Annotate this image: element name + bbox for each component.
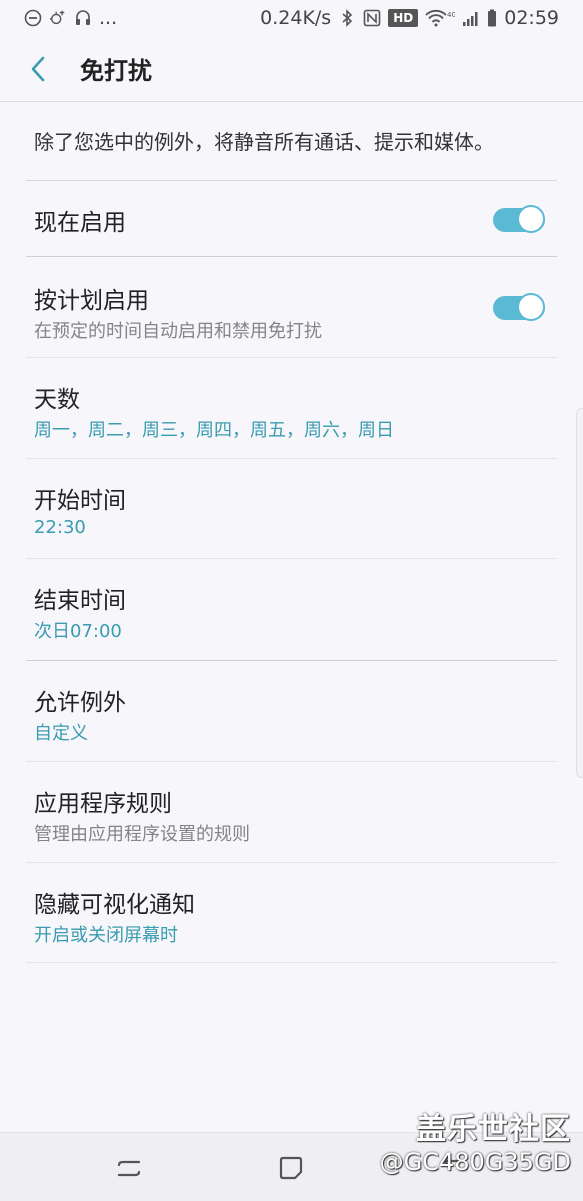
scheduled-toggle[interactable] <box>493 293 545 321</box>
recent-apps-icon <box>117 1160 141 1177</box>
page-description: 除了您选中的例外，将静音所有通话、提示和媒体。 <box>26 103 557 181</box>
network-type: 4G <box>447 11 455 19</box>
status-time: 02:59 <box>504 7 559 29</box>
setting-title: 允许例外 <box>34 690 126 716</box>
watermark-brand: 盖乐世社区 <box>416 1112 571 1147</box>
setting-title: 天数 <box>34 387 80 413</box>
signal-icon <box>462 9 480 27</box>
setting-subtitle: 在预定的时间自动启用和禁用免打扰 <box>34 321 322 342</box>
mobile-data-saver-icon <box>49 9 67 27</box>
setting-row-days[interactable]: 天数 周一，周二，周三，周四，周五，周六，周日 <box>26 358 557 459</box>
setting-subtitle: 周一，周二，周三，周四，周五，周六，周日 <box>34 420 394 441</box>
setting-row-hide-notifications[interactable]: 隐藏可视化通知 开启或关闭屏幕时 <box>26 863 557 963</box>
setting-row-end-time[interactable]: 结束时间 次日07:00 <box>26 559 557 661</box>
status-right: 0.24K/s HD 4G 02:59 <box>260 7 559 29</box>
app-header: 免打扰 <box>0 36 583 102</box>
battery-icon <box>487 9 497 27</box>
setting-subtitle: 22:30 <box>34 517 86 538</box>
turn-on-now-toggle[interactable] <box>493 205 545 233</box>
headphones-icon <box>74 9 92 27</box>
setting-row-exceptions[interactable]: 允许例外 自定义 <box>26 661 557 762</box>
page-title: 免打扰 <box>80 57 152 85</box>
hd-badge: HD <box>388 9 419 27</box>
recent-apps-button[interactable] <box>114 1153 144 1183</box>
setting-title: 现在启用 <box>34 210 126 236</box>
settings-content: 除了您选中的例外，将静音所有通话、提示和媒体。 现在启用 按计划启用 在预定的时… <box>0 103 583 963</box>
watermark-user: @GC480G35GD <box>379 1148 571 1176</box>
setting-title: 开始时间 <box>34 488 126 514</box>
setting-row-start-time[interactable]: 开始时间 22:30 <box>26 459 557 559</box>
setting-row-scheduled[interactable]: 按计划启用 在预定的时间自动启用和禁用免打扰 <box>26 257 557 358</box>
nfc-icon <box>363 9 381 27</box>
chevron-left-icon <box>31 56 45 81</box>
status-left: ... <box>24 7 117 29</box>
setting-title: 隐藏可视化通知 <box>34 892 195 918</box>
setting-row-turn-on-now[interactable]: 现在启用 <box>26 181 557 257</box>
edge-panel-handle[interactable] <box>576 408 583 778</box>
setting-subtitle: 开启或关闭屏幕时 <box>34 925 178 946</box>
bluetooth-icon <box>338 9 356 27</box>
setting-subtitle: 管理由应用程序设置的规则 <box>34 824 250 845</box>
setting-row-app-rules[interactable]: 应用程序规则 管理由应用程序设置的规则 <box>26 762 557 863</box>
toggle-thumb <box>517 293 545 321</box>
setting-title: 结束时间 <box>34 588 126 614</box>
setting-subtitle: 自定义 <box>34 723 88 744</box>
setting-subtitle: 次日07:00 <box>34 621 122 642</box>
wifi-icon: 4G <box>425 9 455 27</box>
dnd-circle-icon <box>24 9 42 27</box>
setting-title: 按计划启用 <box>34 288 149 314</box>
status-bar: ... 0.24K/s HD 4G 02:59 <box>0 0 583 36</box>
home-icon <box>279 1156 303 1180</box>
home-button[interactable] <box>276 1153 306 1183</box>
toggle-thumb <box>517 205 545 233</box>
setting-title: 应用程序规则 <box>34 791 172 817</box>
back-button[interactable] <box>18 49 58 89</box>
network-speed: 0.24K/s <box>260 7 332 29</box>
status-more-indicator: ... <box>99 7 118 29</box>
